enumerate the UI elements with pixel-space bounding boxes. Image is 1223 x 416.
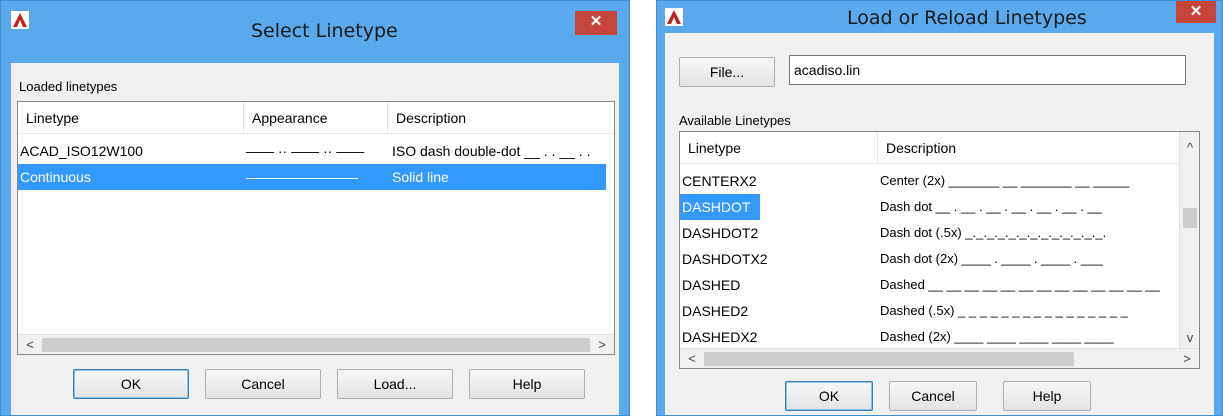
title-bar[interactable]: Load or Reload Linetypes ✕: [657, 1, 1222, 33]
help-button[interactable]: Help: [469, 369, 585, 399]
loaded-linetypes-list[interactable]: Linetype Appearance Description ACAD_ISO…: [17, 101, 615, 355]
autocad-logo-icon: [665, 8, 683, 26]
scroll-left-icon[interactable]: <: [20, 335, 40, 354]
list-header: Linetype Description: [680, 132, 1199, 164]
linetype-appearance: —— ·· —— ·· ——: [246, 143, 365, 159]
list-item[interactable]: DASHEDX2 Dashed (2x) ____ ____ ____ ____…: [680, 324, 1180, 350]
list-item[interactable]: DASHED Dashed __ __ __ __ __ __ __ __ __…: [680, 272, 1180, 298]
list-item[interactable]: DASHDOTX2 Dash dot (2x) ____ . ____ . __…: [680, 246, 1180, 272]
list-item[interactable]: DASHED2 Dashed (.5x) _ _ _ _ _ _ _ _ _ _…: [680, 298, 1180, 324]
list-item[interactable]: CENTERX2 Center (2x) _______ __ _______ …: [680, 168, 1180, 194]
column-header-description[interactable]: Description: [878, 132, 1181, 164]
dialog-title: Load or Reload Linetypes: [847, 7, 1087, 29]
vertical-scrollbar[interactable]: ^ v: [1179, 132, 1199, 350]
linetype-name: DASHEDX2: [682, 329, 758, 345]
linetype-appearance: ————————: [246, 169, 358, 185]
file-name-field[interactable]: acadiso.lin: [789, 55, 1186, 85]
linetype-description: Dash dot (2x) ____ . ____ . ____ . ___: [880, 251, 1103, 266]
loaded-linetypes-label: Loaded linetypes: [19, 79, 118, 94]
help-button[interactable]: Help: [1003, 381, 1091, 411]
column-header-linetype[interactable]: Linetype: [18, 102, 244, 134]
linetype-description: Dashed __ __ __ __ __ __ __ __ __ __ __ …: [880, 277, 1160, 292]
column-header-description[interactable]: Description: [388, 102, 614, 134]
linetype-name: ACAD_ISO12W100: [20, 143, 143, 159]
scroll-right-icon[interactable]: >: [592, 335, 612, 354]
column-header-linetype[interactable]: Linetype: [680, 132, 878, 164]
column-header-appearance[interactable]: Appearance: [244, 102, 388, 134]
available-linetypes-list[interactable]: Linetype Description CENTERX2 Center (2x…: [679, 131, 1200, 369]
horizontal-scrollbar[interactable]: < >: [18, 334, 614, 354]
linetype-name: DASHDOTX2: [682, 251, 768, 267]
ok-button[interactable]: OK: [785, 381, 873, 411]
available-linetypes-label: Available Linetypes: [679, 113, 791, 128]
dialog-body: File... acadiso.lin Available Linetypes …: [665, 33, 1214, 415]
close-icon[interactable]: ✕: [575, 11, 617, 35]
linetype-description: Center (2x) _______ __ _______ __ _____: [880, 173, 1130, 188]
scroll-thumb[interactable]: [42, 338, 590, 352]
horizontal-scrollbar[interactable]: < >: [680, 348, 1199, 368]
scroll-thumb[interactable]: [704, 352, 1074, 366]
dialog-body: Loaded linetypes Linetype Appearance Des…: [11, 63, 619, 415]
linetype-name: DASHED: [682, 277, 741, 293]
scroll-left-icon[interactable]: <: [682, 349, 702, 368]
list-item[interactable]: ACAD_ISO12W100 —— ·· —— ·· —— ISO dash d…: [18, 138, 614, 164]
dialog-title: Select Linetype: [251, 20, 398, 42]
load-linetypes-dialog: Load or Reload Linetypes ✕ File... acadi…: [656, 0, 1223, 416]
list-item-selected[interactable]: Continuous ———————— Solid line: [18, 164, 606, 190]
scroll-down-icon[interactable]: v: [1180, 328, 1199, 348]
linetype-name: DASHED2: [682, 303, 749, 319]
linetype-name: DASHDOT: [680, 194, 760, 220]
scroll-up-icon[interactable]: ^: [1180, 138, 1199, 158]
list-header: Linetype Appearance Description: [18, 102, 614, 134]
select-linetype-dialog: Select Linetype ✕ Loaded linetypes Linet…: [0, 0, 630, 416]
scroll-thumb[interactable]: [1183, 208, 1197, 228]
close-icon[interactable]: ✕: [1176, 1, 1216, 23]
list-item[interactable]: DASHDOT2 Dash dot (.5x) _._._._._._._._.…: [680, 220, 1180, 246]
linetype-description: Dash dot (.5x) _._._._._._._._._._._._._…: [880, 225, 1107, 240]
cancel-button[interactable]: Cancel: [889, 381, 977, 411]
linetype-name: DASHDOT2: [682, 225, 759, 241]
title-bar[interactable]: Select Linetype ✕: [1, 1, 629, 63]
autocad-logo-icon: [11, 11, 29, 29]
linetype-description: ISO dash double-dot __ . . __ . .: [392, 143, 591, 159]
file-button[interactable]: File...: [679, 57, 775, 87]
linetype-name: CENTERX2: [682, 173, 757, 189]
linetype-description: Solid line: [392, 169, 449, 185]
list-item-selected[interactable]: DASHDOT Dash dot __ . __ . __ . __ . __ …: [680, 194, 1180, 220]
load-button[interactable]: Load...: [337, 369, 453, 399]
ok-button[interactable]: OK: [73, 369, 189, 399]
linetype-description: Dashed (2x) ____ ____ ____ ____ ____: [880, 329, 1114, 344]
scroll-right-icon[interactable]: >: [1177, 349, 1197, 368]
cancel-button[interactable]: Cancel: [205, 369, 321, 399]
linetype-description: Dash dot __ . __ . __ . __ . __ . __ . _…: [880, 199, 1102, 214]
linetype-name: Continuous: [20, 169, 91, 185]
linetype-description: Dashed (.5x) _ _ _ _ _ _ _ _ _ _ _ _ _ _…: [880, 303, 1128, 318]
